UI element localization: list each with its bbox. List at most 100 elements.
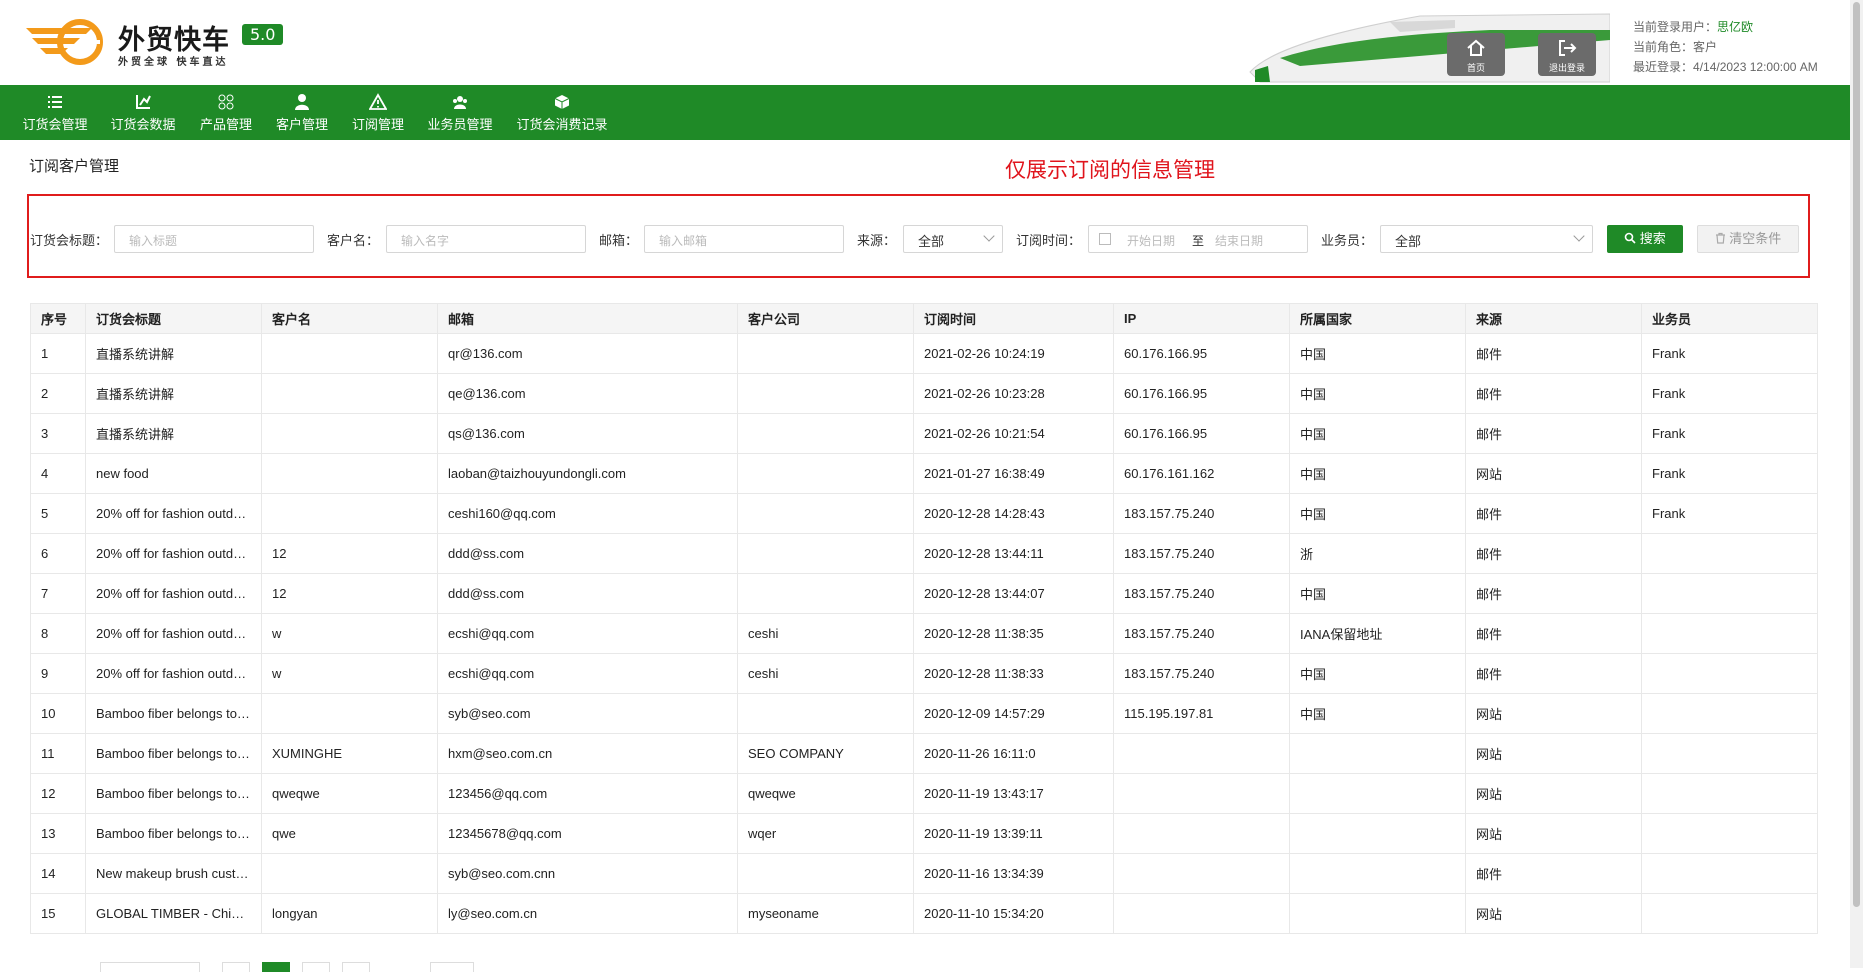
nav-label: 订货会管理	[22, 117, 88, 132]
table-cell: 网站	[1465, 733, 1642, 774]
table-row[interactable]: 5 20% off for fashion outd… ceshi160@qq.co…	[30, 493, 1818, 534]
column-header: 序号	[30, 303, 86, 334]
table-row[interactable]: 2 直播系统讲解 qe@136.com 2021-02-26 10:23:28 60.1…	[30, 373, 1818, 414]
table-row[interactable]: 13 Bamboo fiber belongs to… qwe 12345678@qq…	[30, 813, 1818, 854]
nav-item-products[interactable]: 产品管理	[199, 85, 253, 140]
page-jump-input[interactable]	[430, 962, 474, 972]
customer-filter-input[interactable]: 输入名字	[386, 225, 586, 253]
nav-item-salesmen[interactable]: 业务员管理	[427, 85, 493, 140]
table-cell: qwe	[261, 813, 438, 854]
title-filter-input[interactable]: 输入标题	[114, 225, 314, 253]
user-name: 思亿欧	[1717, 20, 1754, 34]
table-row[interactable]: 14 New makeup brush cust… syb@seo.com.cnn 2…	[30, 853, 1818, 894]
date-start-input[interactable]: 开始日期	[1127, 232, 1175, 249]
table-cell: 1	[30, 333, 86, 374]
table-row[interactable]: 8 20% off for fashion outd… w ecshi@qq.com c…	[30, 613, 1818, 654]
date-separator: 至	[1192, 234, 1205, 248]
warning-icon	[369, 93, 387, 110]
table-cell	[737, 453, 914, 494]
date-end-input[interactable]: 结束日期	[1215, 232, 1263, 249]
table-cell: 5	[30, 493, 86, 534]
page-scrollbar[interactable]	[1850, 0, 1863, 968]
table-cell: 2020-11-16 13:34:39	[913, 853, 1114, 894]
table-cell: w	[261, 653, 438, 694]
table-row[interactable]: 3 直播系统讲解 qs@136.com 2021-02-26 10:21:54 60.1…	[30, 413, 1818, 454]
table-cell	[1113, 893, 1290, 934]
nav-item-customers[interactable]: 客户管理	[275, 85, 329, 140]
logout-button[interactable]: 退出登录	[1538, 33, 1596, 76]
nav-label: 订货会数据	[110, 117, 176, 132]
table-cell: 6	[30, 533, 86, 574]
nav-label: 订货会消费记录	[516, 117, 608, 132]
page-button[interactable]	[342, 962, 370, 972]
page-button[interactable]	[302, 962, 330, 972]
table-cell: 中国	[1289, 453, 1466, 494]
table-cell: 2021-02-26 10:23:28	[913, 373, 1114, 414]
table-cell: 9	[30, 653, 86, 694]
column-header: 客户公司	[737, 303, 914, 334]
page-prev-button[interactable]	[222, 962, 250, 972]
list-icon	[48, 96, 62, 108]
table-cell	[737, 693, 914, 734]
table-cell: 20% off for fashion outd…	[85, 573, 262, 614]
table-row[interactable]: 7 20% off for fashion outd… 12 ddd@ss.com 20…	[30, 573, 1818, 614]
nav-item-order-fair-data[interactable]: 订货会数据	[110, 85, 176, 140]
table-row[interactable]: 15 GLOBAL TIMBER - Chi… longyan ly@seo.com.…	[30, 893, 1818, 934]
table-cell: 直播系统讲解	[85, 333, 262, 374]
title-filter-label: 订货会标题：	[30, 233, 109, 248]
table-row[interactable]: 10 Bamboo fiber belongs to… syb@seo.com 202…	[30, 693, 1818, 734]
app-header: 外贸快车 5.0 外贸全球 快车直达 首页 退出登录 当前登录用户：思亿欧 当前…	[0, 0, 1850, 85]
table-cell	[737, 573, 914, 614]
table-cell: Bamboo fiber belongs to…	[85, 733, 262, 774]
table-cell	[1289, 893, 1466, 934]
table-cell	[1289, 853, 1466, 894]
clear-button-label: 清空条件	[1729, 231, 1782, 246]
table-row[interactable]: 4 new food laoban@taizhouyundongli.com 2021…	[30, 453, 1818, 494]
table-cell: syb@seo.com.cnn	[437, 853, 738, 894]
home-button[interactable]: 首页	[1447, 33, 1505, 76]
source-select[interactable]: 全部	[903, 225, 1003, 253]
table-cell: 183.157.75.240	[1113, 653, 1290, 694]
clear-filters-button[interactable]: 清空条件	[1697, 225, 1799, 253]
table-cell: 2020-12-28 13:44:07	[913, 573, 1114, 614]
table-row[interactable]: 6 20% off for fashion outd… 12 ddd@ss.com 20…	[30, 533, 1818, 574]
table-row[interactable]: 11 Bamboo fiber belongs to… XUMINGHE hxm@se…	[30, 733, 1818, 774]
table-cell	[261, 493, 438, 534]
table-cell: 20% off for fashion outd…	[85, 613, 262, 654]
table-cell: 20% off for fashion outd…	[85, 533, 262, 574]
search-button[interactable]: 搜索	[1607, 225, 1683, 253]
table-cell	[1113, 813, 1290, 854]
table-cell	[1641, 773, 1818, 814]
scrollbar-thumb[interactable]	[1853, 2, 1860, 907]
page-size-select[interactable]	[100, 962, 200, 972]
table-row[interactable]: 12 Bamboo fiber belongs to… qweqwe 123456@q…	[30, 773, 1818, 814]
table-cell: ly@seo.com.cn	[437, 893, 738, 934]
table-cell	[1641, 613, 1818, 654]
nav-item-order-fair[interactable]: 订货会管理	[22, 85, 88, 140]
logo-icon	[26, 19, 103, 65]
last-login-value: 4/14/2023 12:00:00 AM	[1693, 60, 1818, 74]
table-cell	[1113, 773, 1290, 814]
column-header: 客户名	[261, 303, 438, 334]
date-range-picker[interactable]: 开始日期 至 结束日期	[1088, 225, 1308, 253]
email-filter-input[interactable]: 输入邮箱	[644, 225, 844, 253]
nav-item-subscriptions[interactable]: 订阅管理	[351, 85, 405, 140]
table-cell: myseoname	[737, 893, 914, 934]
table-body: 1 直播系统讲解 qr@136.com 2021-02-26 10:24:19 60.1…	[30, 333, 1818, 934]
table-cell	[261, 333, 438, 374]
table-cell	[1641, 733, 1818, 774]
nav-item-consumption-records[interactable]: 订货会消费记录	[515, 85, 609, 140]
table-cell: 12	[261, 573, 438, 614]
page-current-button[interactable]	[262, 962, 290, 972]
table-cell: Frank	[1641, 373, 1818, 414]
home-icon	[1467, 39, 1485, 56]
table-row[interactable]: 9 20% off for fashion outd… w ecshi@qq.com c…	[30, 653, 1818, 694]
table-cell: syb@seo.com	[437, 693, 738, 734]
salesman-select[interactable]: 全部	[1380, 225, 1593, 253]
table-cell	[1641, 533, 1818, 574]
table-cell: 12	[261, 533, 438, 574]
table-cell: 中国	[1289, 373, 1466, 414]
chevron-down-icon	[1573, 230, 1585, 242]
table-cell: Bamboo fiber belongs to…	[85, 813, 262, 854]
table-row[interactable]: 1 直播系统讲解 qr@136.com 2021-02-26 10:24:19 60.1…	[30, 333, 1818, 374]
